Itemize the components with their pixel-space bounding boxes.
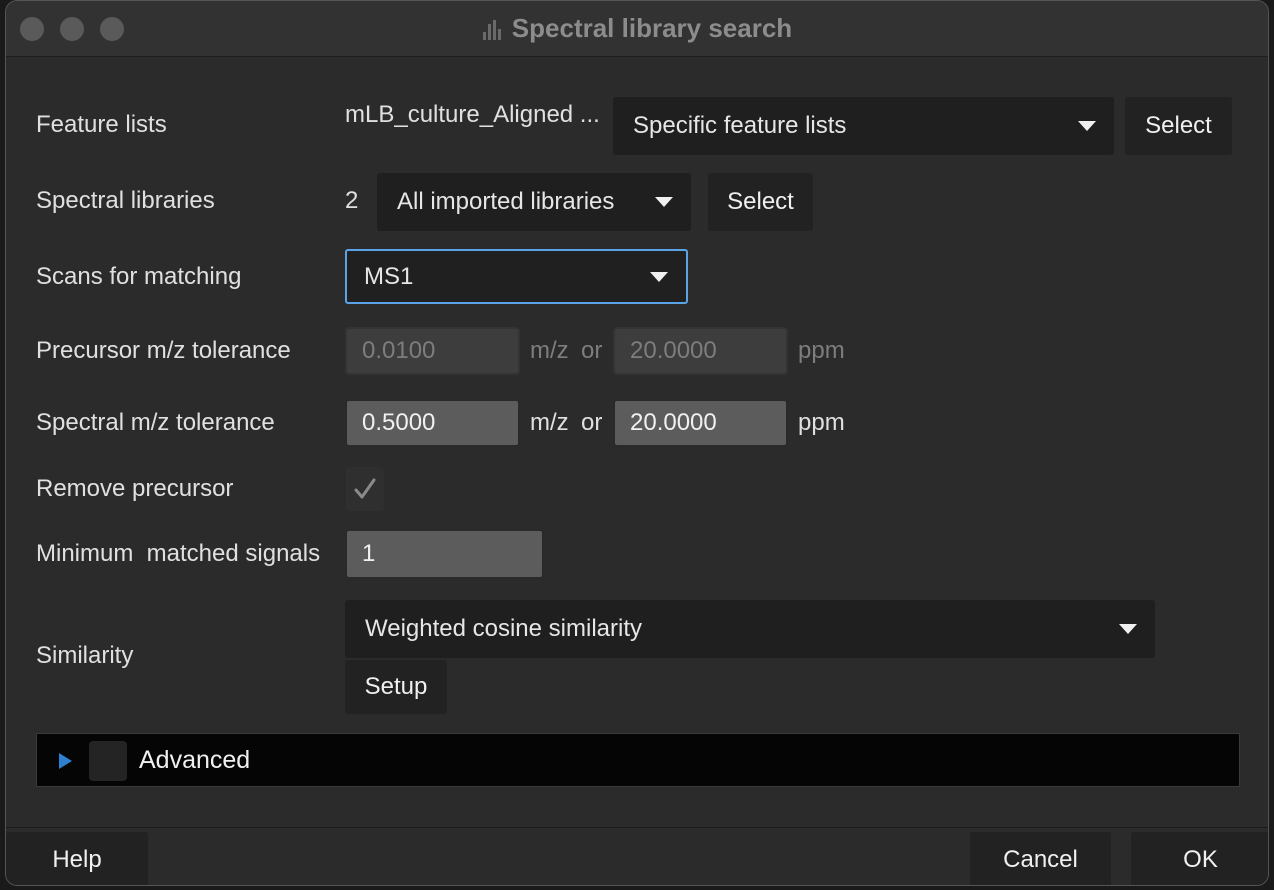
scans-for-matching-dropdown[interactable]: MS1 [345, 249, 688, 304]
precursor-ppm-unit: ppm [798, 337, 845, 364]
dialog-window: Spectral library search Feature lists mL… [5, 0, 1269, 886]
spectral-mz-input[interactable]: 0.5000 [345, 399, 520, 447]
remove-precursor-checkbox[interactable] [346, 467, 384, 511]
expand-arrow-icon[interactable] [59, 753, 72, 769]
chevron-down-icon [1119, 624, 1137, 634]
spectral-libraries-select-button[interactable]: Select [708, 173, 813, 231]
spectrum-icon [482, 20, 501, 40]
precursor-mz-input[interactable]: 0.0100 [345, 327, 520, 375]
spectral-tolerance-label: Spectral m/z tolerance [36, 409, 275, 436]
precursor-tolerance-label: Precursor m/z tolerance [36, 337, 291, 364]
spectral-or-label: or [581, 409, 603, 436]
advanced-checkbox[interactable] [89, 741, 127, 781]
similarity-label: Similarity [36, 642, 134, 669]
spectral-mz-unit: m/z [530, 409, 569, 436]
similarity-dropdown[interactable]: Weighted cosine similarity [345, 600, 1155, 658]
advanced-section[interactable]: Advanced [36, 733, 1240, 787]
window-title: Spectral library search [511, 13, 793, 43]
spectral-libraries-mode-dropdown[interactable]: All imported libraries [377, 173, 691, 231]
precursor-or-label: or [581, 337, 603, 364]
spectral-libraries-mode-text: All imported libraries [397, 188, 615, 215]
spectral-ppm-input[interactable]: 20.0000 [613, 399, 788, 447]
help-button[interactable]: Help [6, 832, 148, 885]
chevron-down-icon [650, 271, 668, 282]
checkmark-icon [354, 478, 376, 499]
chevron-down-icon [1078, 121, 1096, 131]
similarity-text: Weighted cosine similarity [365, 615, 642, 642]
similarity-setup-button[interactable]: Setup [345, 660, 447, 714]
precursor-ppm-input[interactable]: 20.0000 [613, 327, 788, 375]
feature-lists-mode-text: Specific feature lists [633, 112, 847, 139]
spectral-libraries-label: Spectral libraries [36, 187, 215, 214]
spectral-libraries-count: 2 [345, 187, 359, 214]
scans-for-matching-text: MS1 [364, 262, 414, 290]
scans-for-matching-label: Scans for matching [36, 263, 242, 290]
min-matched-signals-input[interactable]: 1 [345, 529, 544, 579]
title-bar[interactable]: Spectral library search [6, 1, 1268, 57]
precursor-mz-unit: m/z [530, 337, 569, 364]
min-matched-signals-label: Minimum matched signals [36, 540, 321, 567]
dialog-footer: Help Cancel OK [6, 827, 1268, 885]
spectral-ppm-unit: ppm [798, 409, 845, 436]
remove-precursor-label: Remove precursor [36, 475, 234, 502]
feature-lists-select-button[interactable]: Select [1125, 97, 1232, 155]
ok-button[interactable]: OK [1131, 832, 1268, 885]
window-title-wrap: Spectral library search [6, 13, 1268, 44]
cancel-button[interactable]: Cancel [970, 832, 1111, 885]
feature-lists-value: mLB_culture_Aligned ... [345, 101, 600, 128]
chevron-down-icon [655, 197, 673, 207]
advanced-label: Advanced [139, 746, 251, 774]
feature-lists-label: Feature lists [36, 111, 167, 138]
feature-lists-mode-dropdown[interactable]: Specific feature lists [613, 97, 1114, 155]
